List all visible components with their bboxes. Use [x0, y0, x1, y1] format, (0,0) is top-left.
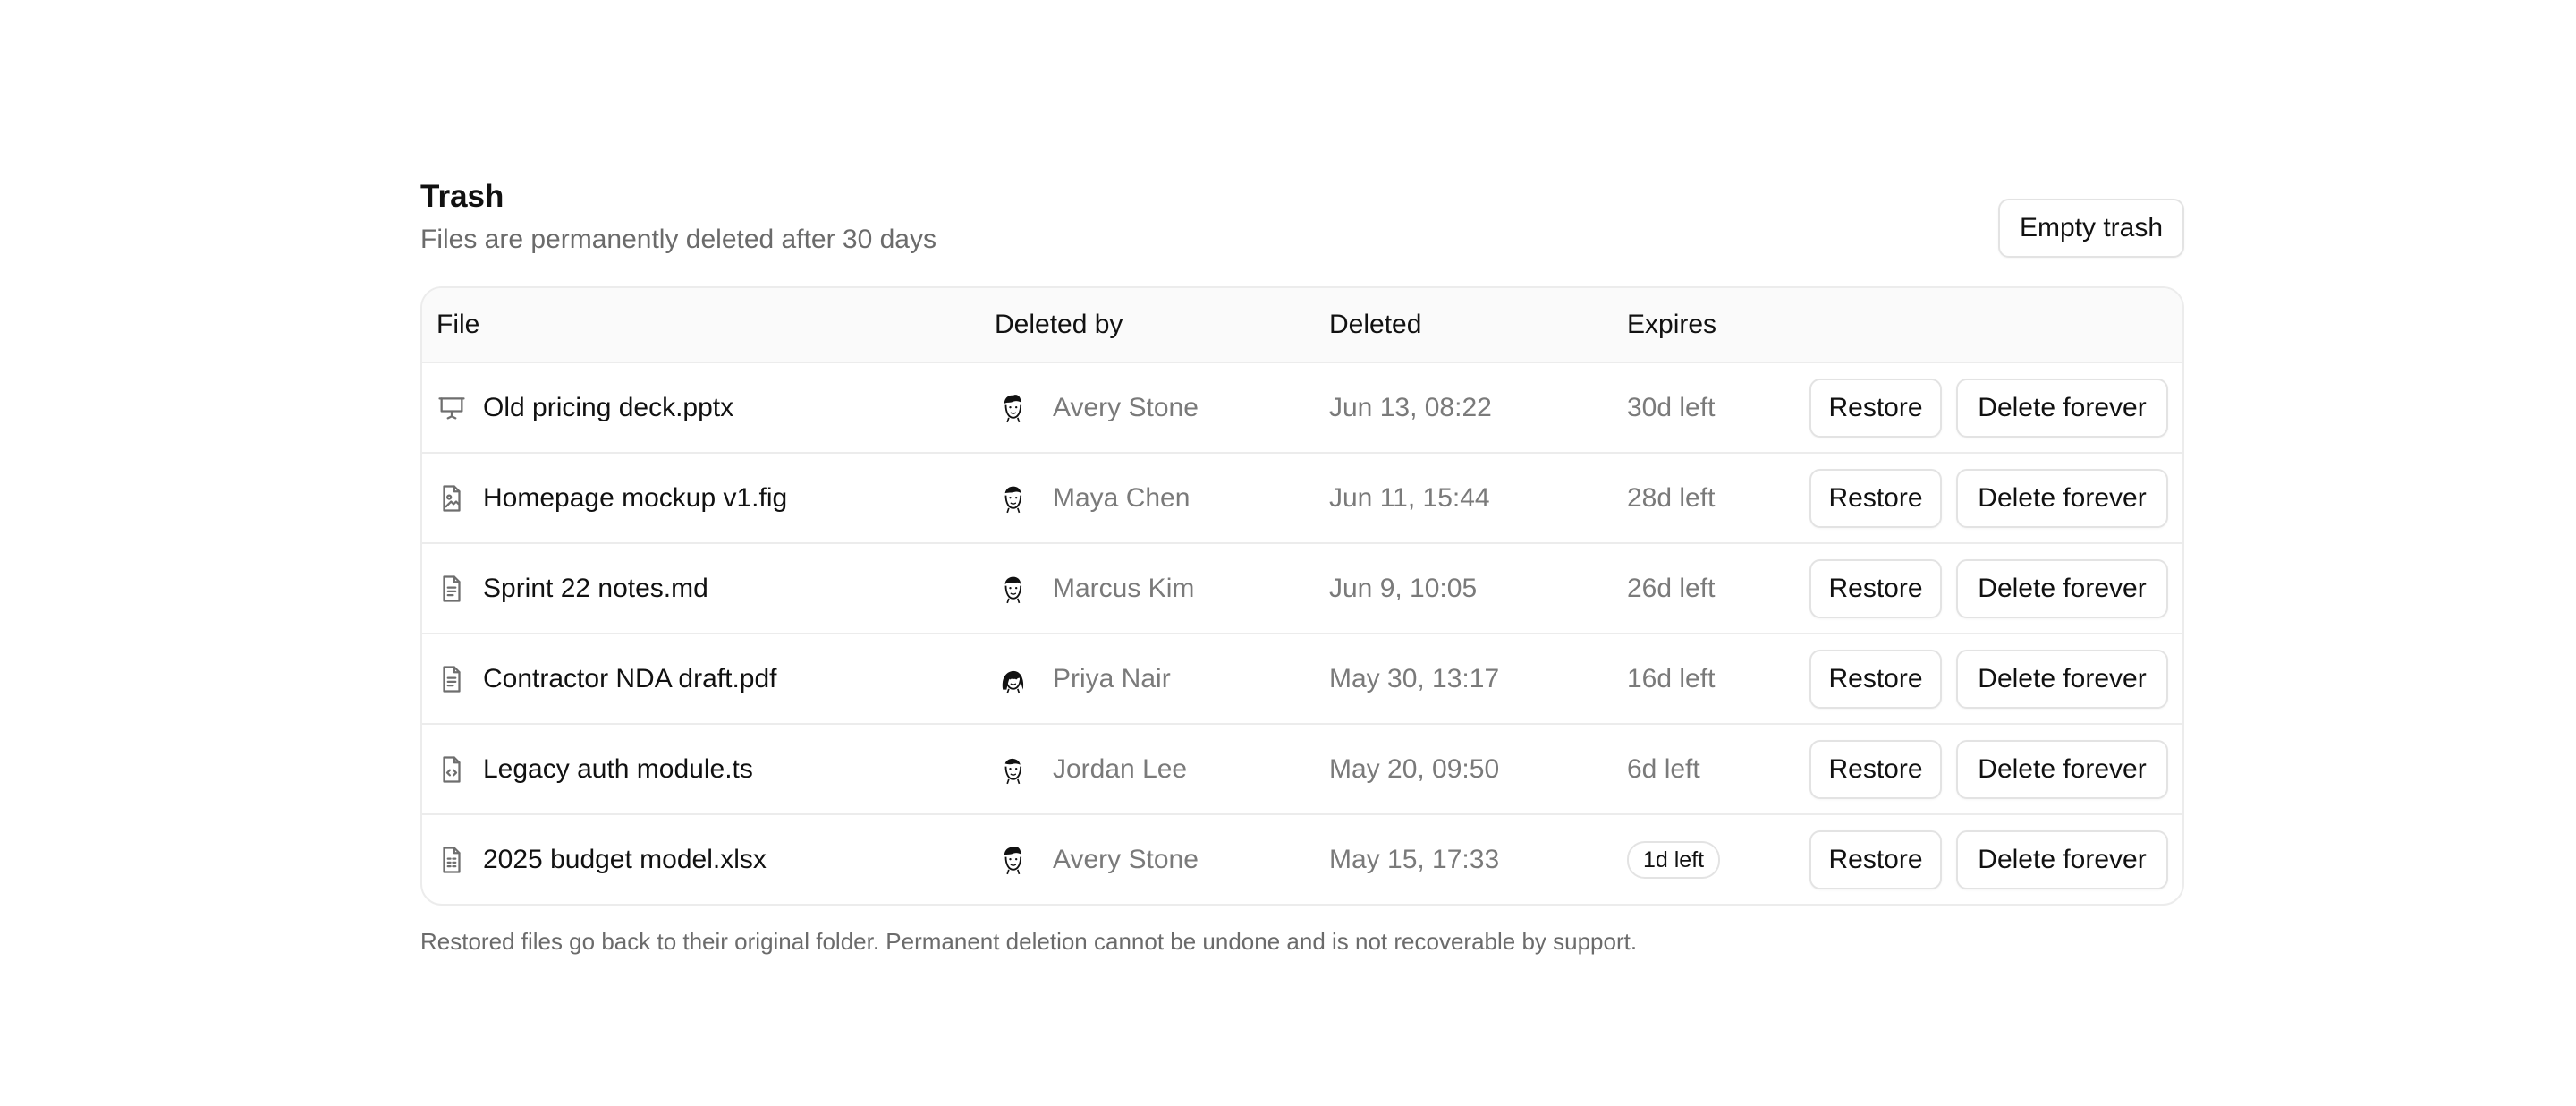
delete-forever-button[interactable]: Delete forever — [1956, 649, 2168, 709]
file-cell: Contractor NDA draft.pdf — [436, 634, 776, 723]
row-actions: Restore Delete forever — [1809, 815, 2168, 904]
file-cell: Sprint 22 notes.md — [436, 544, 708, 633]
presentation-icon — [438, 396, 465, 419]
page-header: Trash Files are permanently deleted afte… — [420, 177, 2184, 286]
file-name: 2025 budget model.xlsx — [483, 844, 767, 874]
expires-cell: 6d left — [1627, 753, 1700, 784]
user-name: Maya Chen — [1053, 482, 1191, 513]
footnote: Restored files go back to their original… — [420, 928, 1638, 955]
empty-trash-button[interactable]: Empty trash — [1998, 199, 2184, 258]
user-name: Jordan Lee — [1053, 753, 1188, 784]
trash-panel: Trash Files are permanently deleted afte… — [420, 177, 2184, 957]
restore-button[interactable]: Restore — [1809, 468, 1942, 528]
avatar — [1004, 394, 1022, 422]
avatar — [1004, 758, 1022, 784]
restore-button[interactable]: Restore — [1809, 378, 1942, 438]
deleted-date: May 15, 17:33 — [1329, 844, 1500, 874]
file-name: Homepage mockup v1.fig — [483, 482, 788, 513]
expires-cell: 1d left — [1627, 815, 1721, 904]
file-name: Legacy auth module.ts — [483, 753, 753, 784]
table-row-4: Contractor NDA draft.pdf Priya Nair May … — [422, 634, 2182, 725]
avatar — [1004, 846, 1022, 874]
user-name: Marcus Kim — [1053, 573, 1195, 603]
expiry-badge: 1d left — [1627, 840, 1721, 879]
file-name: Contractor NDA draft.pdf — [483, 663, 777, 693]
user-name: Priya Nair — [1053, 663, 1171, 693]
table-body: Old pricing deck.pptx Avery Stone Jun 13… — [422, 363, 2182, 904]
code-file-icon — [443, 755, 461, 783]
row-actions: Restore Delete forever — [1809, 634, 2168, 723]
expires-cell: 16d left — [1627, 663, 1716, 693]
column-header-file: File — [436, 310, 480, 339]
page-title: Trash — [420, 179, 504, 214]
page-subtitle: Files are permanently deleted after 30 d… — [420, 225, 936, 254]
row-actions: Restore Delete forever — [1809, 454, 2168, 542]
deleted-date: Jun 13, 08:22 — [1329, 392, 1492, 422]
avatar — [1004, 486, 1022, 513]
expires-cell: 30d left — [1627, 392, 1716, 422]
delete-forever-button[interactable]: Delete forever — [1956, 830, 2168, 889]
deleted-by-cell: Marcus Kim — [995, 544, 1194, 633]
table-row-1: Old pricing deck.pptx Avery Stone Jun 13… — [422, 363, 2182, 454]
delete-forever-button[interactable]: Delete forever — [1956, 378, 2168, 438]
deleted-date: May 30, 13:17 — [1329, 663, 1500, 693]
row-actions: Restore Delete forever — [1809, 363, 2168, 452]
text-file-icon — [443, 574, 461, 602]
avatar — [1004, 576, 1022, 603]
table-row-3: Sprint 22 notes.md Marcus Kim Jun 9, 10:… — [422, 544, 2182, 634]
file-cell: Homepage mockup v1.fig — [436, 454, 787, 542]
deleted-by-cell: Maya Chen — [995, 454, 1190, 542]
column-header-deleted-by: Deleted by — [995, 310, 1123, 339]
row-actions: Restore Delete forever — [1809, 544, 2168, 633]
deleted-by-cell: Jordan Lee — [995, 725, 1187, 813]
restore-button[interactable]: Restore — [1809, 830, 1942, 889]
text-file-icon — [443, 665, 461, 693]
table-row-6: 2025 budget model.xlsx Avery Stone May 1… — [422, 815, 2182, 904]
deleted-by-cell: Priya Nair — [995, 634, 1171, 723]
column-header-expires: Expires — [1627, 310, 1717, 339]
delete-forever-button[interactable]: Delete forever — [1956, 739, 2168, 799]
avatar — [1002, 670, 1024, 693]
restore-button[interactable]: Restore — [1809, 739, 1942, 799]
table-row-5: Legacy auth module.ts Jordan Lee May 20,… — [422, 725, 2182, 815]
deleted-by-cell: Avery Stone — [995, 363, 1199, 452]
file-name: Old pricing deck.pptx — [483, 392, 734, 422]
file-cell: Old pricing deck.pptx — [436, 363, 733, 452]
deleted-by-cell: Avery Stone — [995, 815, 1199, 904]
file-cell: 2025 budget model.xlsx — [436, 815, 767, 904]
user-name: Avery Stone — [1053, 844, 1199, 874]
deleted-date: Jun 11, 15:44 — [1329, 482, 1490, 513]
expires-cell: 28d left — [1627, 482, 1716, 513]
file-name: Sprint 22 notes.md — [483, 573, 708, 603]
trash-table: File Deleted by Deleted Expires Old pric… — [420, 286, 2184, 906]
deleted-date: Jun 9, 10:05 — [1329, 573, 1478, 603]
delete-forever-button[interactable]: Delete forever — [1956, 468, 2168, 528]
restore-button[interactable]: Restore — [1809, 558, 1942, 618]
row-actions: Restore Delete forever — [1809, 725, 2168, 813]
expires-cell: 26d left — [1627, 573, 1716, 603]
table-row-2: Homepage mockup v1.fig Maya Chen Jun 11,… — [422, 454, 2182, 544]
image-file-icon — [443, 484, 461, 512]
restore-button[interactable]: Restore — [1809, 649, 1942, 709]
delete-forever-button[interactable]: Delete forever — [1956, 558, 2168, 618]
file-cell: Legacy auth module.ts — [436, 725, 753, 813]
user-name: Avery Stone — [1053, 392, 1199, 422]
table-header: File Deleted by Deleted Expires — [422, 288, 2182, 363]
column-header-deleted: Deleted — [1329, 310, 1422, 339]
deleted-date: May 20, 09:50 — [1329, 753, 1500, 784]
spreadsheet-file-icon — [443, 846, 461, 873]
